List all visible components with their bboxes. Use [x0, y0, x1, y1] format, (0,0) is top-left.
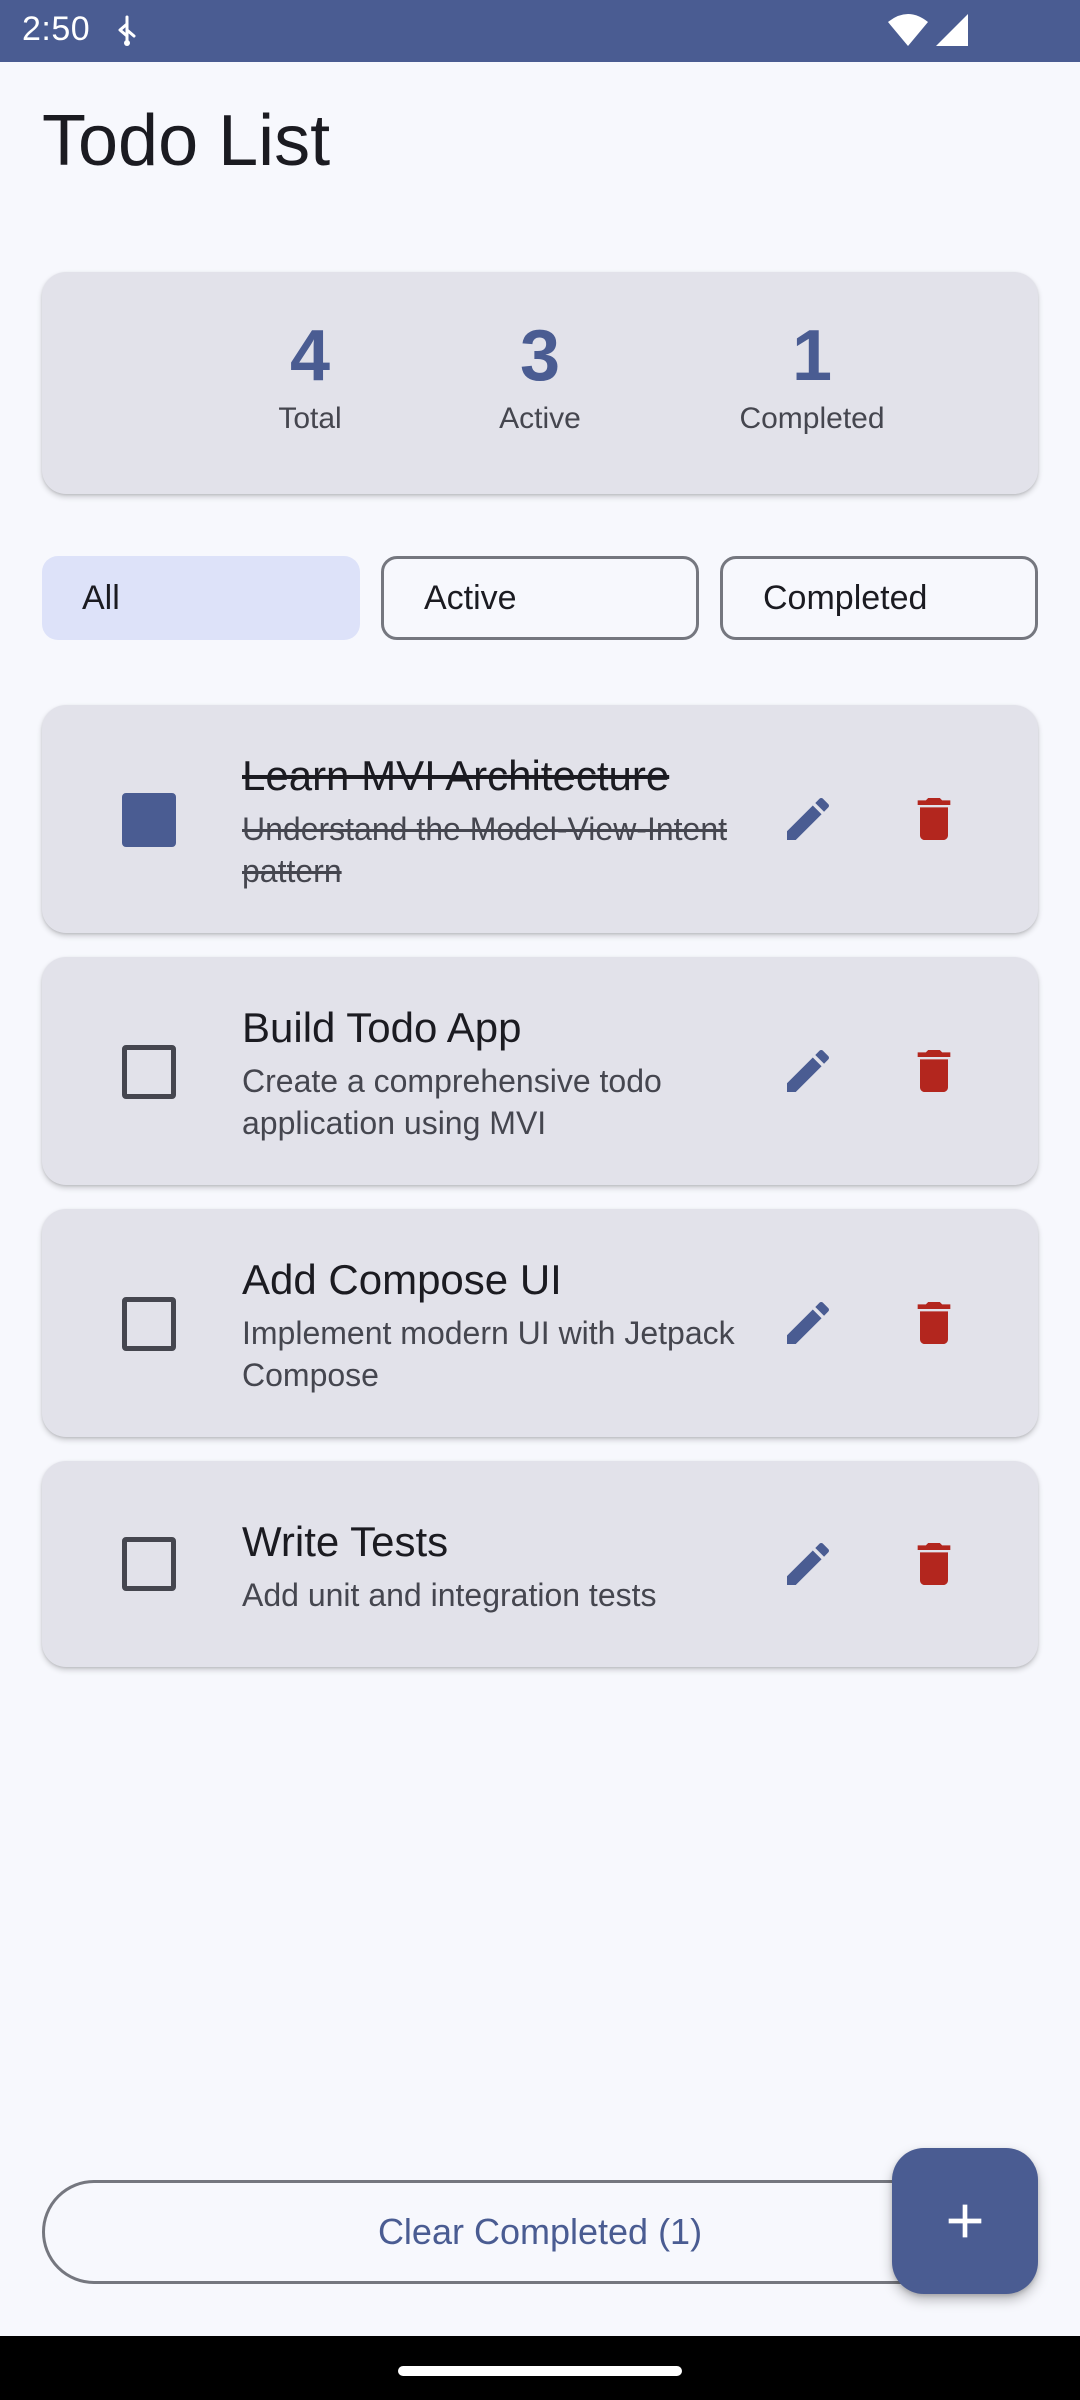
- todo-checkbox[interactable]: [122, 1045, 176, 1099]
- delete-button[interactable]: [898, 1528, 970, 1600]
- edit-button[interactable]: [772, 783, 844, 855]
- stat-total-label: Total: [278, 402, 342, 435]
- todo-checkbox[interactable]: [122, 793, 176, 847]
- add-todo-fab[interactable]: [892, 2148, 1038, 2294]
- todo-checkbox[interactable]: [122, 1297, 176, 1351]
- trash-icon: [917, 1543, 951, 1585]
- todo-description: Add unit and integration tests: [242, 1577, 657, 1613]
- edit-pencil-icon: [787, 797, 830, 840]
- trash-icon: [917, 798, 951, 840]
- plus-icon: [948, 2204, 982, 2238]
- filter-chip-all[interactable]: All: [42, 556, 360, 640]
- filter-chip-active[interactable]: Active: [381, 556, 699, 640]
- filter-chip-completed[interactable]: Completed: [720, 556, 1038, 640]
- stat-active: 3 Active: [460, 316, 620, 436]
- clear-completed-button[interactable]: Clear Completed (1): [42, 2180, 1038, 2284]
- todo-title: Write Tests: [242, 1518, 449, 1565]
- stat-total-value: 4: [289, 316, 331, 396]
- todo-item[interactable]: Add Compose UI Implement modern UI with …: [42, 1209, 1038, 1437]
- stat-completed-value: 1: [791, 316, 833, 396]
- todo-item[interactable]: Write Tests Add unit and integration tes…: [42, 1461, 1038, 1667]
- stat-completed: 1 Completed: [682, 316, 942, 436]
- todo-title: Learn MVI Architecture: [242, 752, 670, 799]
- wifi-icon: [888, 14, 928, 46]
- usb-debug-icon: [118, 15, 136, 46]
- edit-pencil-icon: [787, 1301, 830, 1344]
- todo-checkbox[interactable]: [122, 1537, 176, 1591]
- delete-button[interactable]: [898, 1035, 970, 1107]
- edit-button[interactable]: [772, 1287, 844, 1359]
- todo-item[interactable]: Learn MVI Architecture Understand the Mo…: [42, 705, 1038, 933]
- trash-icon: [917, 1302, 951, 1344]
- stat-completed-label: Completed: [739, 402, 885, 435]
- page-title: Todo List: [42, 101, 331, 181]
- edit-button[interactable]: [772, 1035, 844, 1107]
- gesture-handle[interactable]: [398, 2366, 682, 2376]
- todo-description: Implement modern UI with Jetpack Compose: [242, 1315, 735, 1393]
- edit-pencil-icon: [787, 1542, 830, 1585]
- todo-item[interactable]: Build Todo App Create a comprehensive to…: [42, 957, 1038, 1185]
- status-time: 2:50: [22, 10, 91, 48]
- edit-button[interactable]: [772, 1528, 844, 1600]
- stat-total: 4 Total: [230, 316, 390, 436]
- signal-icon: [936, 14, 968, 46]
- edit-pencil-icon: [787, 1049, 830, 1092]
- trash-icon: [917, 1050, 951, 1092]
- stat-active-label: Active: [499, 402, 581, 435]
- todo-title: Add Compose UI: [242, 1256, 562, 1303]
- delete-button[interactable]: [898, 1287, 970, 1359]
- delete-button[interactable]: [898, 783, 970, 855]
- todo-description: Create a comprehensive todo application …: [242, 1063, 662, 1141]
- stats-card: 4 Total 3 Active 1 Completed: [42, 272, 1038, 494]
- todo-title: Build Todo App: [242, 1004, 522, 1051]
- status-bar: 2:50: [0, 0, 1080, 62]
- stat-active-value: 3: [519, 316, 561, 396]
- todo-description: Understand the Model-View-Intent pattern: [242, 811, 728, 889]
